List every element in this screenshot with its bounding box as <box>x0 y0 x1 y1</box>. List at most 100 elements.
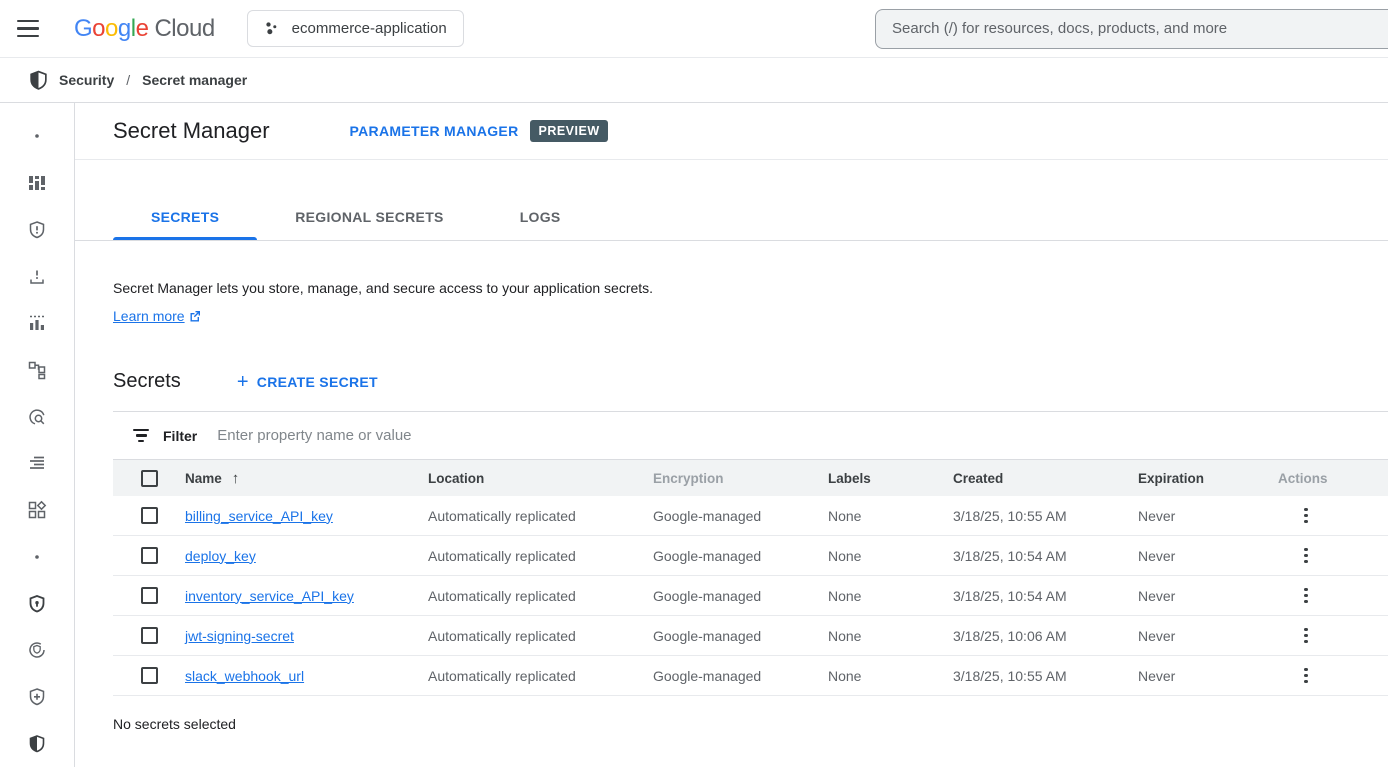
connected-nodes-icon[interactable] <box>0 347 74 394</box>
blocks-diamond-icon[interactable] <box>0 487 74 534</box>
cell-labels: None <box>828 668 953 684</box>
table-row: deploy_key Automatically replicated Goog… <box>113 536 1388 576</box>
page-title: Secret Manager <box>113 118 270 144</box>
cell-location: Automatically replicated <box>428 668 653 684</box>
column-header-labels: Labels <box>828 471 953 486</box>
cell-location: Automatically replicated <box>428 628 653 644</box>
table-row: slack_webhook_url Automatically replicat… <box>113 656 1388 696</box>
secrets-table: Filter Name ↑ Location Encryption Labels… <box>113 411 1388 696</box>
tab-secrets[interactable]: SECRETS <box>113 193 257 240</box>
cloud-wordmark: Cloud <box>154 15 214 43</box>
page-header: Secret Manager PARAMETER MANAGER PREVIEW <box>75 103 1388 160</box>
list-lines-icon[interactable] <box>0 440 74 487</box>
tray-alert-icon[interactable] <box>0 253 74 300</box>
sort-ascending-icon: ↑ <box>232 470 240 487</box>
filter-bar[interactable]: Filter <box>113 412 1388 460</box>
shield-keyhole-icon[interactable] <box>0 580 74 627</box>
google-wordmark: Google <box>74 15 148 43</box>
row-actions-menu-icon[interactable] <box>1304 548 1308 564</box>
row-checkbox[interactable] <box>141 507 158 524</box>
breadcrumb-secret-manager: Secret manager <box>142 72 247 88</box>
secrets-toolbar: Secrets + CREATE SECRET <box>75 370 1388 393</box>
cell-location: Automatically replicated <box>428 548 653 564</box>
preview-badge: PREVIEW <box>530 120 607 142</box>
bar-chart-icon[interactable] <box>0 300 74 347</box>
secrets-heading: Secrets <box>113 370 181 393</box>
table-row: inventory_service_API_key Automatically … <box>113 576 1388 616</box>
parameter-manager-link[interactable]: PARAMETER MANAGER <box>350 123 519 139</box>
row-checkbox[interactable] <box>141 627 158 644</box>
plus-icon: + <box>237 372 249 392</box>
cell-encryption: Google-managed <box>653 628 828 644</box>
page-description-block: Secret Manager lets you store, manage, a… <box>75 279 1388 326</box>
breadcrumb: Security / Secret manager <box>0 58 1388 103</box>
cell-created: 3/18/25, 10:06 AM <box>953 628 1138 644</box>
secret-link[interactable]: inventory_service_API_key <box>185 588 354 604</box>
table-row: jwt-signing-secret Automatically replica… <box>113 616 1388 656</box>
column-header-name[interactable]: Name ↑ <box>185 470 428 487</box>
menu-icon[interactable] <box>0 20 56 38</box>
cell-created: 3/18/25, 10:54 AM <box>953 548 1138 564</box>
filter-input[interactable] <box>217 427 1388 444</box>
filter-label: Filter <box>163 428 197 444</box>
secret-link[interactable]: slack_webhook_url <box>185 668 304 684</box>
breadcrumb-security[interactable]: Security <box>59 72 114 88</box>
left-nav-sidebar <box>0 103 75 767</box>
secret-link[interactable]: deploy_key <box>185 548 256 564</box>
circle-shield-icon[interactable] <box>0 627 74 674</box>
row-actions-menu-icon[interactable] <box>1304 628 1308 644</box>
external-link-icon <box>189 310 201 322</box>
shield-plus-icon[interactable] <box>0 674 74 721</box>
tab-regional-secrets[interactable]: REGIONAL SECRETS <box>257 193 481 240</box>
cell-expiration: Never <box>1138 508 1278 524</box>
row-checkbox[interactable] <box>141 667 158 684</box>
search-scan-icon[interactable] <box>0 393 74 440</box>
filter-icon <box>133 429 149 443</box>
create-secret-button[interactable]: + CREATE SECRET <box>237 372 378 392</box>
column-header-location: Location <box>428 471 653 486</box>
project-name: ecommerce-application <box>292 20 447 37</box>
row-checkbox[interactable] <box>141 587 158 604</box>
cell-labels: None <box>828 508 953 524</box>
secret-link[interactable]: billing_service_API_key <box>185 508 333 524</box>
cell-location: Automatically replicated <box>428 508 653 524</box>
row-actions-menu-icon[interactable] <box>1304 588 1308 604</box>
secret-link[interactable]: jwt-signing-secret <box>185 628 294 644</box>
search-input[interactable] <box>892 20 1372 37</box>
column-header-encryption: Encryption <box>653 471 828 486</box>
table-header-row: Name ↑ Location Encryption Labels Create… <box>113 460 1388 496</box>
column-header-created: Created <box>953 471 1138 486</box>
select-all-checkbox[interactable] <box>141 470 158 487</box>
google-cloud-logo[interactable]: Google Cloud <box>74 15 215 43</box>
cell-created: 3/18/25, 10:54 AM <box>953 588 1138 604</box>
security-shield-icon <box>28 70 49 91</box>
top-bar: Google Cloud ecommerce-application <box>0 0 1388 58</box>
cell-labels: None <box>828 628 953 644</box>
search-box[interactable] <box>875 9 1388 49</box>
row-actions-menu-icon[interactable] <box>1304 508 1308 524</box>
learn-more-link[interactable]: Learn more <box>113 307 201 327</box>
breadcrumb-separator: / <box>126 72 130 88</box>
nav-dot-icon[interactable] <box>0 113 74 160</box>
cell-created: 3/18/25, 10:55 AM <box>953 508 1138 524</box>
tab-bar: SECRETS REGIONAL SECRETS LOGS <box>75 193 1388 241</box>
tab-logs[interactable]: LOGS <box>482 193 599 240</box>
selection-status: No secrets selected <box>75 716 1388 732</box>
project-icon <box>264 20 282 38</box>
main-content: Secret Manager PARAMETER MANAGER PREVIEW… <box>75 103 1388 767</box>
project-selector[interactable]: ecommerce-application <box>247 10 464 47</box>
shield-half-icon[interactable] <box>0 720 74 767</box>
cell-expiration: Never <box>1138 548 1278 564</box>
cell-encryption: Google-managed <box>653 508 828 524</box>
blocks-bars-icon[interactable] <box>0 160 74 207</box>
cell-encryption: Google-managed <box>653 668 828 684</box>
row-actions-menu-icon[interactable] <box>1304 668 1308 684</box>
nav-dot-icon[interactable] <box>0 533 74 580</box>
cell-created: 3/18/25, 10:55 AM <box>953 668 1138 684</box>
cell-expiration: Never <box>1138 588 1278 604</box>
learn-more-label: Learn more <box>113 307 185 327</box>
row-checkbox[interactable] <box>141 547 158 564</box>
column-label-name: Name <box>185 471 222 486</box>
cell-expiration: Never <box>1138 628 1278 644</box>
shield-exclamation-icon[interactable] <box>0 206 74 253</box>
